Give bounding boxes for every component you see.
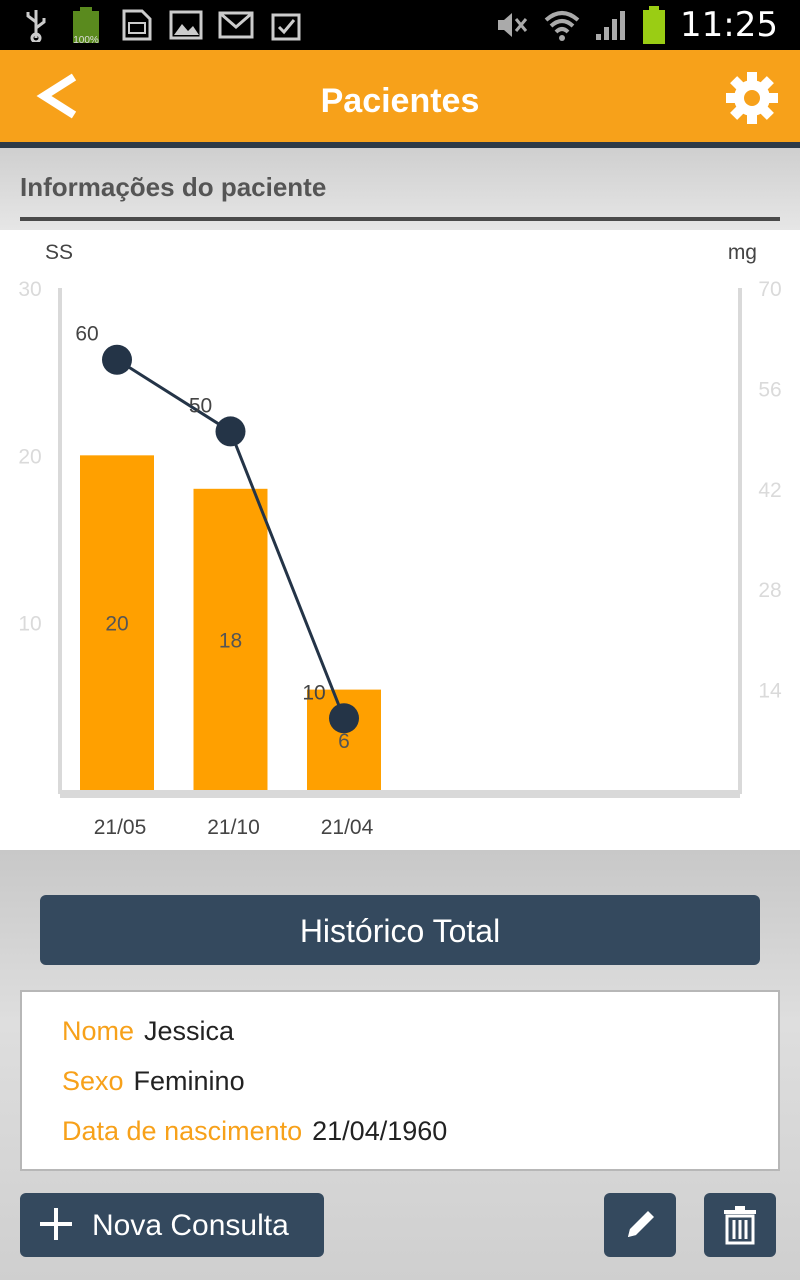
line-value-label: 10 bbox=[302, 681, 325, 704]
name-value: Jessica bbox=[144, 1016, 235, 1046]
right-tick-label: 70 bbox=[758, 278, 781, 301]
bar-value-label: 20 bbox=[105, 613, 128, 636]
dob-row: Data de nascimento 21/04/1960 bbox=[62, 1116, 447, 1147]
sex-label: Sexo bbox=[62, 1066, 124, 1096]
right-tick-label: 56 bbox=[758, 378, 781, 401]
image-icon bbox=[168, 9, 204, 41]
line-point bbox=[102, 344, 132, 375]
right-tick-label: 28 bbox=[758, 579, 781, 602]
left-tick-label: 20 bbox=[18, 445, 41, 468]
left-tick-label: 30 bbox=[18, 278, 41, 301]
line-point bbox=[215, 416, 246, 447]
plus-icon bbox=[40, 1208, 72, 1240]
line-point bbox=[329, 703, 359, 734]
line-value-label: 60 bbox=[75, 323, 98, 346]
left-axis-label: SS bbox=[45, 241, 73, 264]
sex-row: Sexo Feminino bbox=[62, 1066, 245, 1097]
sex-value: Feminino bbox=[133, 1066, 245, 1096]
bar-value-label: 18 bbox=[219, 629, 242, 652]
mute-icon bbox=[498, 13, 528, 37]
line-value-label: 50 bbox=[189, 394, 212, 417]
edit-button[interactable] bbox=[604, 1193, 676, 1257]
signal-icon bbox=[596, 11, 626, 40]
sd-card-icon bbox=[118, 9, 154, 41]
wifi-icon bbox=[544, 11, 580, 41]
delete-button[interactable] bbox=[704, 1193, 776, 1257]
battery-full-icon: 100% bbox=[68, 7, 104, 46]
name-row: Nome Jessica bbox=[62, 1016, 234, 1047]
chart-container: SS mg 30 20 10 70 56 42 28 14 20 18 6 21/05 21/10 21/04… bbox=[0, 230, 800, 850]
dob-value: 21/04/1960 bbox=[312, 1116, 448, 1146]
dob-label: Data de nascimento bbox=[62, 1116, 303, 1146]
right-tick-label: 14 bbox=[758, 680, 782, 703]
clock: 11:25 bbox=[680, 5, 778, 45]
usb-icon bbox=[18, 9, 54, 42]
pencil-icon bbox=[628, 1211, 654, 1237]
patient-info-card: Nome Jessica Sexo Feminino Data de nascime… bbox=[20, 990, 780, 1171]
settings-button[interactable] bbox=[724, 70, 780, 126]
status-bar: 100% 11:25 bbox=[0, 0, 800, 50]
new-consult-label: Nova Consulta bbox=[92, 1209, 289, 1242]
patient-chart: SS mg30201070564228142018621/05 21/10 21/04… bbox=[18, 241, 782, 839]
section-title: Informações do paciente bbox=[20, 172, 327, 202]
page-title: Pacientes bbox=[320, 82, 480, 120]
gear-icon bbox=[726, 72, 778, 124]
left-tick-label: 10 bbox=[18, 613, 41, 636]
history-button[interactable]: Histórico Total bbox=[40, 895, 760, 965]
app-bar: Pacientes bbox=[0, 50, 800, 142]
notification-icons: 100% bbox=[18, 6, 304, 46]
name-label: Nome bbox=[62, 1016, 135, 1046]
battery-percent: 100% bbox=[73, 35, 99, 46]
trash-icon bbox=[724, 1206, 756, 1245]
battery-icon bbox=[643, 6, 666, 44]
clipboard-check-icon bbox=[268, 9, 304, 41]
x-tick-label: 21/04 bbox=[321, 816, 374, 839]
x-tick-label: 21/05 bbox=[94, 816, 147, 839]
right-tick-label: 42 bbox=[758, 479, 781, 502]
section-divider bbox=[20, 217, 780, 221]
right-axis-label: mg bbox=[728, 241, 757, 264]
x-tick-label: 21/10 bbox=[207, 816, 260, 839]
new-consult-button[interactable]: Nova Consulta bbox=[20, 1193, 324, 1257]
system-icons: 11:25 bbox=[494, 4, 778, 46]
gmail-icon bbox=[218, 9, 254, 41]
